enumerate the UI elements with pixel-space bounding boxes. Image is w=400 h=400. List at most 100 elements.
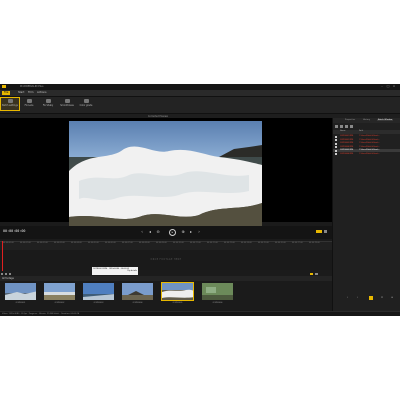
row-checkbox[interactable] xyxy=(335,135,337,138)
row-checkbox[interactable] xyxy=(335,142,337,145)
clip-preview-image xyxy=(5,283,36,300)
play-icon[interactable]: ▸ xyxy=(169,229,176,236)
tab-history[interactable]: History xyxy=(363,119,370,121)
close-icon[interactable]: × xyxy=(392,85,396,88)
column-path[interactable]: Path xyxy=(359,130,363,132)
batch-row[interactable]: GOPR0006.MP4 C:\Users\Public\Videos\... xyxy=(333,153,400,156)
tick-label: 00:00:08:00 xyxy=(139,243,150,244)
list-view-icon[interactable] xyxy=(315,273,318,275)
prev-frame-icon[interactable]: ⊖ xyxy=(155,229,161,235)
list-icon[interactable] xyxy=(9,273,11,275)
fix-lens-button[interactable]: Fix Lens xyxy=(20,98,38,110)
tick-label: 00:00:14:00 xyxy=(241,243,252,244)
tick-label: 00:00:01:00 xyxy=(20,243,31,244)
clip-thumbnail-selected[interactable]: GOPR0005 xyxy=(161,282,194,306)
clip-image xyxy=(161,282,194,301)
clip-bin: GOPR0001 GOPR0002 GOPR0003 GOPR0004 GOPR… xyxy=(0,281,332,311)
row-checkbox[interactable] xyxy=(335,149,337,152)
menu-actions[interactable]: Actions xyxy=(35,91,48,95)
clip-thumbnail[interactable]: GOPR0004 xyxy=(121,282,154,306)
maximize-icon[interactable]: □ xyxy=(386,85,390,88)
menu-bar: File Start Trim Actions xyxy=(0,90,400,97)
row-file: GOPR0006.MP4 xyxy=(340,152,354,155)
timeline-ruler[interactable]: 00:00:00:00 00:00:01:00 00:00:02:00 00:0… xyxy=(0,241,332,250)
row-checkbox[interactable] xyxy=(335,146,337,148)
skip-back-icon[interactable]: ‹ xyxy=(139,229,145,235)
color-grade-button[interactable]: Color grade xyxy=(77,98,95,110)
tick-label: 00:00:13:00 xyxy=(224,243,235,244)
clip-image xyxy=(201,282,234,301)
tick-label: 00:00:12:00 xyxy=(207,243,218,244)
ribbon-label: Color grade xyxy=(79,104,93,107)
transport-bar: 00:00:00:00 ‹ ◂ ⊖ ▸ ⊕ ▸ › xyxy=(0,226,332,239)
panel-prev-icon[interactable]: ‹ xyxy=(347,296,348,300)
grid-view-icon[interactable] xyxy=(310,273,313,275)
panel-process-icon[interactable] xyxy=(369,296,373,300)
clip-thumbnail[interactable]: GOPR0001 xyxy=(4,282,37,306)
clip-image xyxy=(82,282,115,301)
smoothness-button[interactable]: Smoothness xyxy=(58,98,76,110)
row-checkbox[interactable] xyxy=(335,153,337,155)
menu-file[interactable]: File xyxy=(2,91,11,95)
window-title: ProDRENALIN Plus xyxy=(20,85,44,88)
tick-label: 00:00:09:00 xyxy=(156,243,167,244)
tick-label: 00:00:00:00 xyxy=(3,243,14,244)
remove-file-icon[interactable] xyxy=(340,125,343,128)
options-icon[interactable] xyxy=(350,125,353,128)
status-bar: Video: 1920x1080 · 30 fps · Progress: · … xyxy=(0,311,400,316)
panel-menu-icon[interactable]: ≡ xyxy=(391,296,393,300)
clip-preview-image xyxy=(122,283,153,300)
batch-panel: Properties History Batch Window Name Pat… xyxy=(332,118,400,311)
tick-label: 00:00:16:00 xyxy=(275,243,286,244)
tick-label: 00:00:18:00 xyxy=(309,243,320,244)
tab-batch-window[interactable]: Batch Window xyxy=(377,119,394,121)
panel-delete-icon[interactable]: × xyxy=(381,296,383,300)
minimize-icon[interactable]: – xyxy=(380,85,384,88)
tick-label: 00:00:06:00 xyxy=(105,243,116,244)
clip-thumbnail[interactable]: GOPR0002 xyxy=(43,282,76,306)
add-file-icon[interactable] xyxy=(335,125,338,128)
clip-preview-image xyxy=(83,283,114,300)
playhead[interactable] xyxy=(2,241,3,271)
menu-start[interactable]: Start xyxy=(16,91,26,95)
ribbon-label: Fix Shaky xyxy=(42,104,54,107)
clip-thumbnail[interactable]: GOPR0003 xyxy=(82,282,115,306)
column-name[interactable]: Name xyxy=(340,130,346,132)
ribbon-toolbar: Batch settings Fix Lens Fix Shaky Smooth… xyxy=(0,97,400,114)
clip-name: GOPR0004 xyxy=(132,302,143,304)
next-frame-icon[interactable]: ⊕ xyxy=(180,229,186,235)
clip-group-label[interactable]: All footage xyxy=(2,277,14,280)
clip-preview-image xyxy=(202,283,233,300)
timecode-display: 00:00:00:00 xyxy=(3,229,26,233)
clip-thumbnail[interactable]: GOPR0006 xyxy=(201,282,234,306)
tick-label: 00:00:07:00 xyxy=(122,243,133,244)
rewind-icon[interactable]: ◂ xyxy=(147,229,153,235)
stabilize-icon xyxy=(45,99,51,103)
ribbon-label: Smoothness xyxy=(60,104,74,107)
remove-icon[interactable] xyxy=(5,273,7,275)
tick-label: 00:00:04:00 xyxy=(71,243,82,244)
tab-properties[interactable]: Properties xyxy=(345,119,355,121)
row-checkbox[interactable] xyxy=(335,139,337,141)
clear-list-icon[interactable] xyxy=(345,125,348,128)
video-frame[interactable] xyxy=(69,121,262,229)
batch-settings-button[interactable]: Batch settings xyxy=(0,97,20,111)
fix-shaky-button[interactable]: Fix Shaky xyxy=(39,98,57,110)
tick-label: 00:00:15:00 xyxy=(258,243,269,244)
drop-hint: DROP FOOTAGE HERE xyxy=(150,258,182,261)
application-window: ProDRENALIN Plus – □ × File Start Trim A… xyxy=(0,84,400,316)
row-path: C:\Users\Public\Videos\... xyxy=(359,152,380,155)
tick-label: 00:00:10:00 xyxy=(173,243,184,244)
tick-label: 00:00:05:00 xyxy=(88,243,99,244)
snapshot-icon[interactable] xyxy=(316,230,322,233)
forward-icon[interactable]: ▸ xyxy=(188,229,194,235)
clip-name: GOPR0001 xyxy=(15,302,26,304)
clip-name: GOPR0006 xyxy=(212,302,223,304)
panel-tabs: Properties History Batch Window xyxy=(333,118,400,123)
add-icon[interactable] xyxy=(1,273,3,275)
tick-label: 00:00:11:00 xyxy=(190,243,201,244)
timeline-track[interactable]: DROP FOOTAGE HERE xyxy=(0,250,332,270)
panel-next-icon[interactable]: › xyxy=(357,296,358,300)
settings-icon[interactable] xyxy=(324,230,327,233)
skip-forward-icon[interactable]: › xyxy=(196,229,202,235)
